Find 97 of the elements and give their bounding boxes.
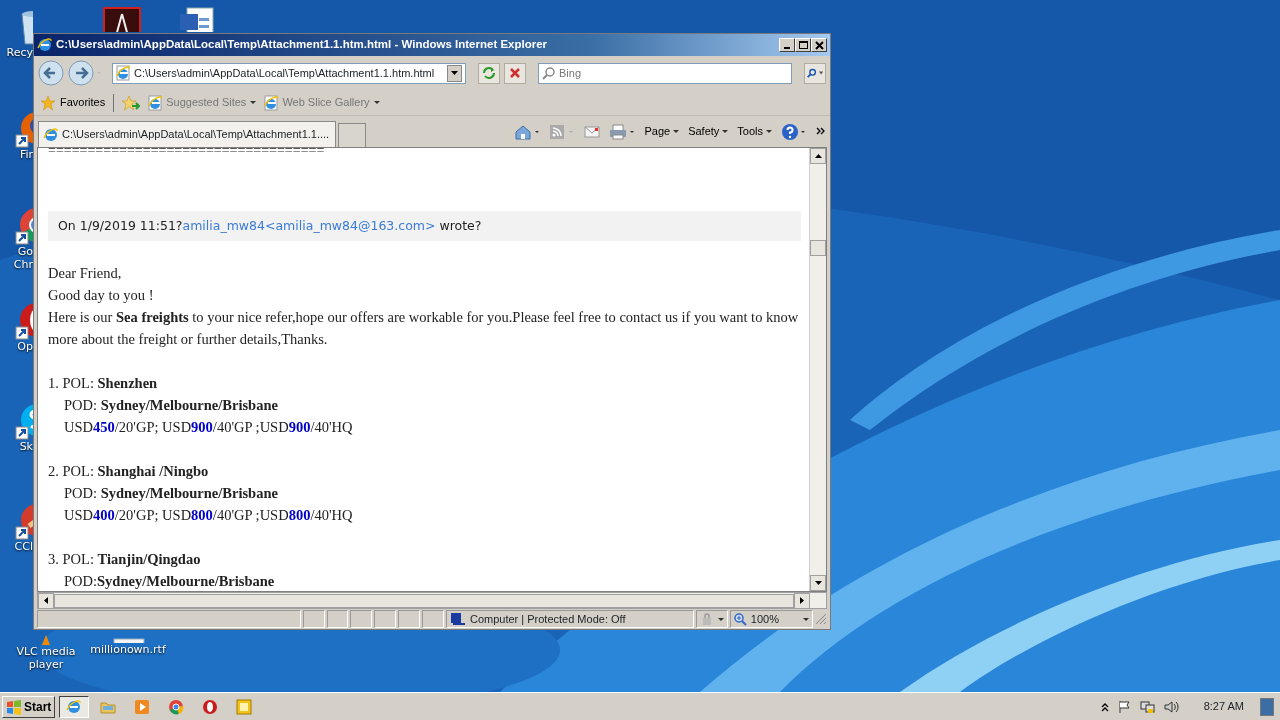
search-field[interactable]: Bing xyxy=(538,62,792,84)
scroll-left-icon[interactable] xyxy=(44,597,48,604)
add-favorite-icon[interactable] xyxy=(122,94,141,111)
status-pane xyxy=(326,610,349,628)
horizontal-scrollbar[interactable] xyxy=(37,592,827,609)
zoom-icon xyxy=(733,612,747,626)
email-link[interactable]: amilia_mw84<amilia_mw84@163.com> xyxy=(182,218,436,233)
icon-label: Op xyxy=(17,340,33,353)
icon-label: Chr xyxy=(13,258,33,271)
windows-logo-icon xyxy=(6,698,22,715)
toolbar-menu[interactable]: Tools xyxy=(737,123,772,140)
security-button[interactable] xyxy=(695,610,728,628)
security-zone-text: Computer | Protected Mode: Off xyxy=(469,611,626,627)
scroll-thumb[interactable] xyxy=(810,240,826,256)
chevron-up-icon[interactable] xyxy=(1099,701,1110,712)
browser-icon xyxy=(202,698,219,715)
browser-tab[interactable]: C:\Users\admin\AppData\Local\Temp\Attachment1.1.... xyxy=(38,121,336,147)
ie-logo-icon xyxy=(66,698,83,715)
network-icon[interactable] xyxy=(1139,699,1156,714)
icon-label: Fir xyxy=(19,148,33,161)
route-pod: POD:Sydney/Melbourne/Brisbane xyxy=(63,572,276,591)
note-icon xyxy=(236,698,253,715)
quote-header: On 1/9/2019 11:51?amilia_mw84<amilia_mw84@163.com> wrote? xyxy=(58,217,482,235)
window-title: C:\Users\admin\AppData\Local\Temp\Attachment1.1.htm.html - Windows Internet Explorer xyxy=(56,37,548,53)
zoom-button[interactable]: 100% xyxy=(729,610,814,628)
icon-label: Go xyxy=(17,245,33,258)
home-icon[interactable] xyxy=(514,123,541,140)
toolbar-menu[interactable]: Safety xyxy=(688,123,729,140)
dropdown-icon xyxy=(451,71,458,75)
forward-icon xyxy=(68,60,94,86)
page-icon xyxy=(148,94,163,111)
rate-line: USD400/20'GP; USD800/40'GP ;USD800/40'HQ xyxy=(63,506,354,525)
ie-logo-icon xyxy=(37,37,53,53)
separator-line: =================================== xyxy=(48,148,326,156)
printer-icon[interactable] xyxy=(609,123,636,140)
computer-icon xyxy=(449,612,466,626)
mail-icon[interactable] xyxy=(584,124,601,139)
icon-label: Sk xyxy=(19,440,33,453)
maximize-button[interactable] xyxy=(795,38,811,52)
close-icon xyxy=(814,40,824,50)
show-desktop-button[interactable] xyxy=(1260,697,1274,716)
forward-button[interactable] xyxy=(68,60,94,86)
icon-label: millionown.rtf xyxy=(90,643,166,656)
resize-grip-icon[interactable] xyxy=(815,613,827,625)
route-pod: POD: Sydney/Melbourne/Brisbane xyxy=(63,484,279,503)
browser-icon xyxy=(168,698,185,715)
route-pod: POD: Sydney/Melbourne/Brisbane xyxy=(63,396,279,415)
refresh-button[interactable] xyxy=(478,62,500,84)
star-icon xyxy=(40,94,56,111)
ie-logo-icon xyxy=(43,126,59,143)
scroll-right-icon[interactable] xyxy=(800,597,804,604)
icon-label: Recy xyxy=(6,46,33,59)
toolbar-menu[interactable]: Page xyxy=(644,123,680,140)
refresh-icon xyxy=(482,66,496,80)
icon-label: CCl xyxy=(14,540,33,553)
icon-label: player xyxy=(28,658,64,671)
status-pane xyxy=(422,610,444,628)
route-pol: 1. POL: Shenzhen xyxy=(48,374,159,393)
pdf-icon[interactable] xyxy=(102,6,142,32)
caret-icon xyxy=(818,71,823,75)
taskbar-app[interactable] xyxy=(59,695,90,718)
icon-label: VLC media xyxy=(16,645,76,658)
clock[interactable]: 8:27 AM xyxy=(1203,698,1244,715)
start-button[interactable]: Start xyxy=(2,695,56,718)
back-icon xyxy=(38,60,64,86)
flag-icon[interactable] xyxy=(1117,699,1132,714)
minimize-button[interactable] xyxy=(779,38,795,52)
maximize-icon xyxy=(798,41,808,49)
search-icon xyxy=(807,66,817,80)
back-button[interactable] xyxy=(38,60,64,86)
body-text: Dear Friend, xyxy=(48,264,123,283)
page-icon xyxy=(264,94,279,111)
stop-icon xyxy=(509,67,521,79)
search-button[interactable] xyxy=(804,62,826,84)
rate-line: USD450/20'GP; USD900/40'GP ;USD900/40'HQ xyxy=(63,418,354,437)
scroll-down-icon[interactable] xyxy=(814,581,822,585)
route-pol: 2. POL: Shanghai /Ningbo xyxy=(48,462,210,481)
status-pane xyxy=(350,610,373,628)
close-button[interactable] xyxy=(811,38,827,52)
play-icon xyxy=(134,698,151,715)
minimize-icon xyxy=(784,47,790,49)
body-text: Good day to you ! xyxy=(48,286,155,305)
stop-button[interactable] xyxy=(504,62,526,84)
status-pane xyxy=(398,610,421,628)
body-text: Here is our Sea freights to your nice refer,hope our offers are workable for you.Please feel free to contact us if you want to know more about the freight or further details,Thanks. xyxy=(48,308,800,349)
status-pane xyxy=(374,610,397,628)
scroll-thumb[interactable] xyxy=(54,593,794,608)
help-icon[interactable] xyxy=(781,122,807,141)
vertical-scrollbar[interactable] xyxy=(809,148,826,591)
favorites-button[interactable]: Favorites xyxy=(40,94,106,111)
route-pol: 3. POL: Tianjin/Qingdao xyxy=(48,550,202,569)
search-icon xyxy=(542,66,555,80)
scroll-up-icon[interactable] xyxy=(814,154,822,158)
address-bar[interactable]: C:\Users\admin\AppData\Local\Temp\Attachment1.1.htm.html xyxy=(112,62,466,84)
chevron-icon[interactable] xyxy=(816,126,826,137)
speaker-icon[interactable] xyxy=(1163,699,1180,714)
page-icon xyxy=(116,65,130,81)
